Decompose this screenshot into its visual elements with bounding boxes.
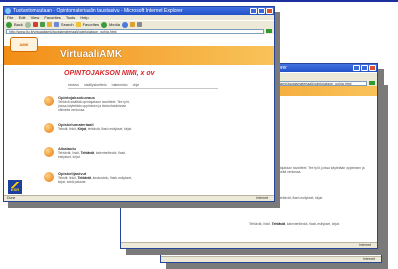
favorites-icon[interactable] (75, 22, 81, 27)
subnav: etusivu sisällysluettelo hakemisto ohje (68, 83, 218, 89)
status-zone: Internet (256, 196, 268, 200)
window-controls (353, 65, 376, 71)
section-text: Tekstit, linkit, Kirjat, tehtävät, flash… (58, 127, 133, 131)
search-icon[interactable] (53, 22, 59, 27)
section-text: Tehtävät, linkit, Tehtävät, kalenteritie… (58, 151, 127, 159)
history-icon[interactable] (121, 21, 128, 28)
status-text: Done (7, 196, 16, 200)
browser-window-main: Tuotantomuutaan - Opintomateriaalin taus… (3, 6, 275, 202)
close-button[interactable] (369, 65, 376, 71)
section-aikataulu[interactable]: Tehtävät, linkit, Tehtävät, kalenteritie… (249, 216, 369, 238)
site-header-band (4, 46, 274, 65)
back-icon[interactable] (6, 21, 12, 28)
status-bar: Internet (161, 256, 381, 262)
maximize-button[interactable] (258, 8, 265, 14)
refresh-icon[interactable] (39, 22, 45, 27)
mail-icon[interactable] (129, 22, 135, 27)
section-opiskelumateriaali[interactable]: Opiskelumateriaali Tekstit, linkit, Kirj… (44, 121, 164, 143)
section-text: Tekstit, linkit, Tehtävät, keskustelu, f… (58, 176, 132, 184)
subnav-link-hakemisto[interactable]: hakemisto (112, 83, 128, 87)
minimize-button[interactable] (250, 8, 257, 14)
top-accent-line (0, 0, 398, 2)
go-button[interactable] (369, 81, 375, 85)
window-controls (250, 8, 273, 14)
section-aikataulu[interactable]: Aikataulu Tehtävät, linkit, Tehtävät, ka… (44, 145, 164, 167)
address-input[interactable]: http://www.liu.fi/virtuaaliamk/taustamat… (6, 28, 264, 34)
subnav-link-etusivu[interactable]: etusivu (68, 83, 79, 87)
forward-icon[interactable] (24, 21, 31, 28)
section-icon (44, 172, 54, 182)
section-text: Tehtävät, linkit, Tehtävät, kalenteritie… (249, 222, 340, 226)
maximize-button[interactable] (361, 65, 368, 71)
go-button[interactable] (266, 29, 272, 33)
minimize-button[interactable] (353, 65, 360, 71)
media-icon[interactable] (101, 21, 108, 28)
status-bar: Internet (121, 242, 377, 248)
search-label[interactable]: Search (61, 22, 74, 27)
ie-icon (5, 8, 11, 14)
esr-logo: ESR (8, 180, 22, 194)
status-zone: Internet (363, 257, 375, 261)
section-opiskelijasivut[interactable]: Opiskelijasivut Tekstit, linkit, Tehtävä… (44, 170, 164, 192)
stop-icon[interactable] (32, 22, 38, 27)
media-label[interactable]: Media (109, 22, 120, 27)
close-button[interactable] (266, 8, 273, 14)
window-title-bar[interactable]: Tuotantomuutaan - Opintomateriaalin taus… (4, 7, 274, 15)
status-bar: Done Internet (4, 195, 274, 201)
site-logo[interactable]: AMK (10, 37, 38, 52)
home-icon[interactable] (46, 22, 52, 27)
back-label[interactable]: Back (14, 22, 23, 27)
section-text: Tehtävä sisältää opintojakson tavoitteet… (58, 100, 130, 112)
section-icon (44, 147, 54, 157)
favorites-label[interactable]: Favorites (83, 22, 99, 27)
window-title: Tuotantomuutaan - Opintomateriaalin taus… (13, 8, 183, 14)
site-name: VirtuaaliAMK (60, 49, 123, 60)
section-icon (44, 123, 54, 133)
subnav-link-sisallys[interactable]: sisällysluettelo (84, 83, 107, 87)
subnav-link-ohje[interactable]: ohje (133, 83, 140, 87)
section-icon (44, 96, 54, 106)
browser-toolbar: Back Search Favorites Media (4, 20, 274, 28)
web-page: AMK VirtuaaliAMK OPINTOJAKSON NIMI, x ov… (4, 34, 274, 195)
section-opintojaksokuvaus[interactable]: Opintojaksokuvaus Tehtävä sisältää opint… (44, 94, 164, 116)
print-icon[interactable] (136, 22, 142, 27)
status-zone: Internet (359, 243, 371, 247)
course-title: OPINTOJAKSON NIMI, x ov (64, 70, 155, 77)
